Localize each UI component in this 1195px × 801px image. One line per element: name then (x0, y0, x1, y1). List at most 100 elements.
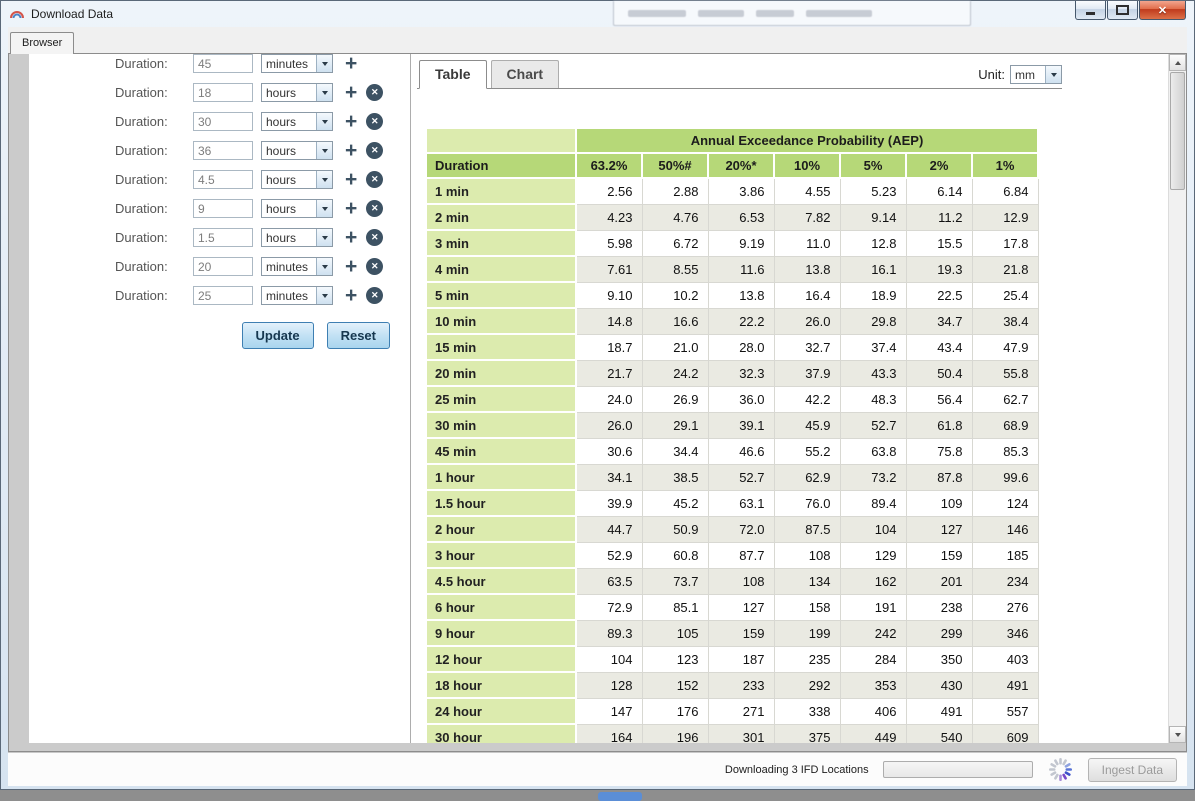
remove-duration-button[interactable]: ✕ (366, 171, 383, 188)
value-cell: 162 (840, 568, 906, 594)
value-cell: 301 (708, 724, 774, 743)
duration-value-input[interactable] (193, 170, 253, 189)
table-row: 20 min21.724.232.337.943.350.455.8 (426, 360, 1038, 386)
duration-label: Duration: (115, 85, 177, 100)
add-duration-button[interactable]: + (345, 113, 357, 131)
value-cell: 68.9 (972, 412, 1038, 438)
dropdown-arrow-icon[interactable] (316, 200, 332, 217)
duration-unit-select[interactable]: hours (261, 112, 333, 131)
add-duration-button[interactable]: + (345, 55, 357, 73)
table-row: 2 min4.234.766.537.829.1411.212.9 (426, 204, 1038, 230)
vertical-scrollbar[interactable] (1168, 54, 1186, 743)
dropdown-arrow-icon[interactable] (316, 171, 332, 188)
duration-value-input[interactable] (193, 83, 253, 102)
tab-table[interactable]: Table (419, 60, 487, 89)
dropdown-arrow-icon[interactable] (316, 287, 332, 304)
dropdown-arrow-icon[interactable] (316, 113, 332, 130)
value-cell: 124 (972, 490, 1038, 516)
dropdown-arrow-icon[interactable] (316, 258, 332, 275)
add-duration-button[interactable]: + (345, 171, 357, 189)
duration-unit-select[interactable]: hours (261, 83, 333, 102)
tab-browser[interactable]: Browser (10, 32, 74, 54)
add-duration-button[interactable]: + (345, 142, 357, 160)
tab-strip: Browser (8, 27, 1187, 53)
duration-value-input[interactable] (193, 54, 253, 73)
remove-duration-button[interactable]: ✕ (366, 84, 383, 101)
value-cell: 25.4 (972, 282, 1038, 308)
duration-value-input[interactable] (193, 257, 253, 276)
scroll-down-button[interactable] (1169, 726, 1186, 743)
add-duration-button[interactable]: + (345, 287, 357, 305)
table-row: 24 hour147176271338406491557 (426, 698, 1038, 724)
remove-duration-button[interactable]: ✕ (366, 229, 383, 246)
duration-unit-value: hours (262, 84, 316, 101)
duration-value-input[interactable] (193, 228, 253, 247)
scrollbar-thumb[interactable] (1170, 72, 1185, 190)
duration-unit-select[interactable]: minutes (261, 257, 333, 276)
value-cell: 99.6 (972, 464, 1038, 490)
value-cell: 87.7 (708, 542, 774, 568)
remove-duration-button[interactable]: ✕ (366, 142, 383, 159)
content-area: Duration:minutes+✕Duration:hours+✕Durati… (8, 53, 1187, 752)
value-cell: 5.23 (840, 178, 906, 204)
remove-duration-button[interactable]: ✕ (366, 287, 383, 304)
duration-value-input[interactable] (193, 199, 253, 218)
value-cell: 52.7 (708, 464, 774, 490)
value-cell: 22.5 (906, 282, 972, 308)
column-header: 1% (972, 153, 1038, 178)
remove-duration-button[interactable]: ✕ (366, 113, 383, 130)
close-icon: ✕ (1158, 4, 1167, 17)
duration-label: Duration: (115, 201, 177, 216)
dropdown-arrow-icon[interactable] (1045, 66, 1061, 83)
value-cell: 491 (972, 672, 1038, 698)
tab-chart[interactable]: Chart (491, 60, 560, 88)
value-cell: 299 (906, 620, 972, 646)
dropdown-arrow-icon[interactable] (316, 55, 332, 72)
value-cell: 11.2 (906, 204, 972, 230)
duration-unit-select[interactable]: hours (261, 228, 333, 247)
add-duration-button[interactable]: + (345, 200, 357, 218)
value-cell: 16.1 (840, 256, 906, 282)
scroll-up-button[interactable] (1169, 54, 1186, 71)
duration-unit-select[interactable]: hours (261, 199, 333, 218)
unit-select[interactable]: mm (1010, 65, 1062, 84)
value-cell: 129 (840, 542, 906, 568)
remove-duration-button[interactable]: ✕ (366, 200, 383, 217)
reset-button[interactable]: Reset (327, 322, 390, 349)
value-cell: 346 (972, 620, 1038, 646)
duration-unit-select[interactable]: minutes (261, 54, 333, 73)
update-button[interactable]: Update (242, 322, 314, 349)
duration-cell: 30 hour (426, 724, 576, 743)
duration-cell: 9 hour (426, 620, 576, 646)
duration-row: Duration:hours+✕ (115, 111, 410, 132)
table-row: 30 hour164196301375449540609 (426, 724, 1038, 743)
duration-cell: 4.5 hour (426, 568, 576, 594)
value-cell: 52.7 (840, 412, 906, 438)
dropdown-arrow-icon[interactable] (316, 229, 332, 246)
dropdown-arrow-icon[interactable] (316, 142, 332, 159)
table-row: 5 min9.1010.213.816.418.922.525.4 (426, 282, 1038, 308)
duration-value-input[interactable] (193, 112, 253, 131)
add-duration-button[interactable]: + (345, 84, 357, 102)
duration-unit-select[interactable]: minutes (261, 286, 333, 305)
duration-value-input[interactable] (193, 286, 253, 305)
value-cell: 491 (906, 698, 972, 724)
results-tabs-row: TableChart Unit: mm (417, 60, 1062, 89)
duration-unit-select[interactable]: hours (261, 170, 333, 189)
minimize-button[interactable] (1075, 1, 1106, 20)
value-cell: 39.1 (708, 412, 774, 438)
duration-cell: 2 min (426, 204, 576, 230)
value-cell: 159 (708, 620, 774, 646)
ingest-data-button[interactable]: Ingest Data (1088, 758, 1177, 782)
maximize-button[interactable] (1107, 1, 1138, 20)
duration-value-input[interactable] (193, 141, 253, 160)
add-duration-button[interactable]: + (345, 229, 357, 247)
duration-unit-select[interactable]: hours (261, 141, 333, 160)
value-cell: 50.4 (906, 360, 972, 386)
close-button[interactable]: ✕ (1139, 1, 1186, 20)
value-cell: 63.8 (840, 438, 906, 464)
value-cell: 2.56 (576, 178, 642, 204)
remove-duration-button[interactable]: ✕ (366, 258, 383, 275)
add-duration-button[interactable]: + (345, 258, 357, 276)
dropdown-arrow-icon[interactable] (316, 84, 332, 101)
